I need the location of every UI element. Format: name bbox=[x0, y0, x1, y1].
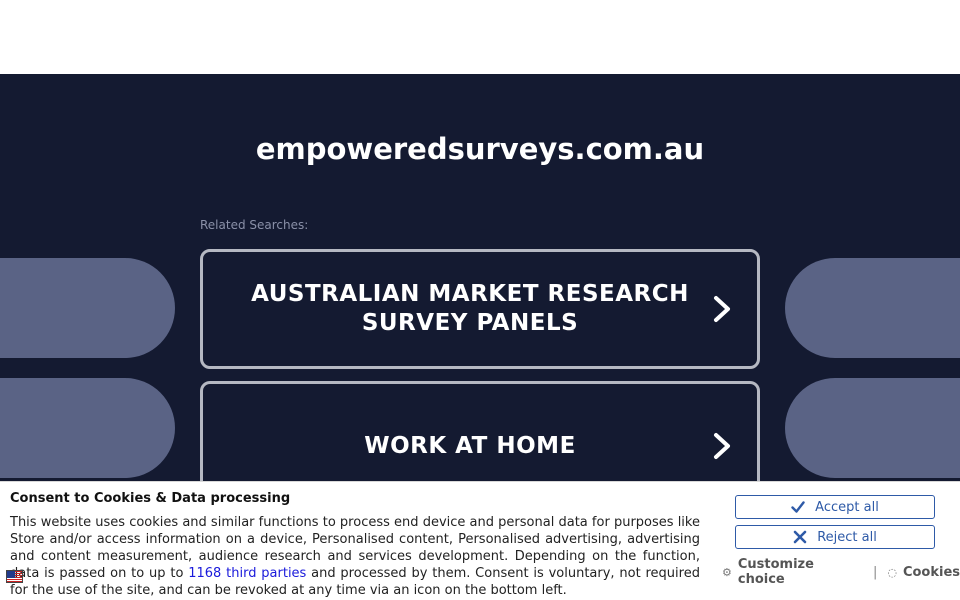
accept-all-button[interactable]: Accept all bbox=[735, 495, 935, 519]
decorative-pill-right-1 bbox=[785, 258, 960, 358]
reject-all-label: Reject all bbox=[817, 529, 877, 545]
gear-icon: ⚙ bbox=[722, 565, 732, 579]
consent-title: Consent to Cookies & Data processing bbox=[10, 491, 291, 506]
cookie-consent-banner: Consent to Cookies & Data processing Thi… bbox=[0, 481, 960, 600]
related-search-label: AUSTRALIAN MARKET RESEARCH SURVEY PANELS bbox=[251, 281, 689, 336]
consent-body: This website uses cookies and similar fu… bbox=[10, 514, 700, 599]
customize-choice-label: Customize choice bbox=[737, 557, 814, 587]
cookie-icon: ◌ bbox=[887, 565, 897, 579]
top-blank-area bbox=[0, 0, 960, 74]
decorative-pill-left-1 bbox=[0, 258, 175, 358]
related-searches-label: Related Searches: bbox=[200, 218, 309, 232]
link-separator: | bbox=[872, 564, 878, 580]
cookies-link[interactable]: ◌ Cookies bbox=[887, 565, 960, 580]
domain-title: empoweredsurveys.com.au bbox=[255, 132, 705, 166]
chevron-right-icon bbox=[714, 296, 730, 322]
third-parties-link[interactable]: 1168 third parties bbox=[188, 566, 306, 581]
consent-footer-links: ⚙ Customize choice | ◌ Cookies bbox=[722, 557, 960, 587]
decorative-pill-right-2 bbox=[785, 378, 960, 478]
related-search-link[interactable]: AUSTRALIAN MARKET RESEARCH SURVEY PANELS bbox=[200, 249, 760, 369]
customize-choice-link[interactable]: ⚙ Customize choice bbox=[722, 557, 863, 587]
chevron-right-icon bbox=[714, 433, 730, 459]
reject-all-button[interactable]: Reject all bbox=[735, 525, 935, 549]
decorative-pill-left-2 bbox=[0, 378, 175, 478]
checkmark-icon bbox=[791, 501, 805, 513]
accept-all-label: Accept all bbox=[815, 499, 879, 515]
cookies-label: Cookies bbox=[902, 564, 960, 580]
close-icon bbox=[793, 530, 807, 544]
language-flag-icon[interactable] bbox=[6, 570, 23, 583]
